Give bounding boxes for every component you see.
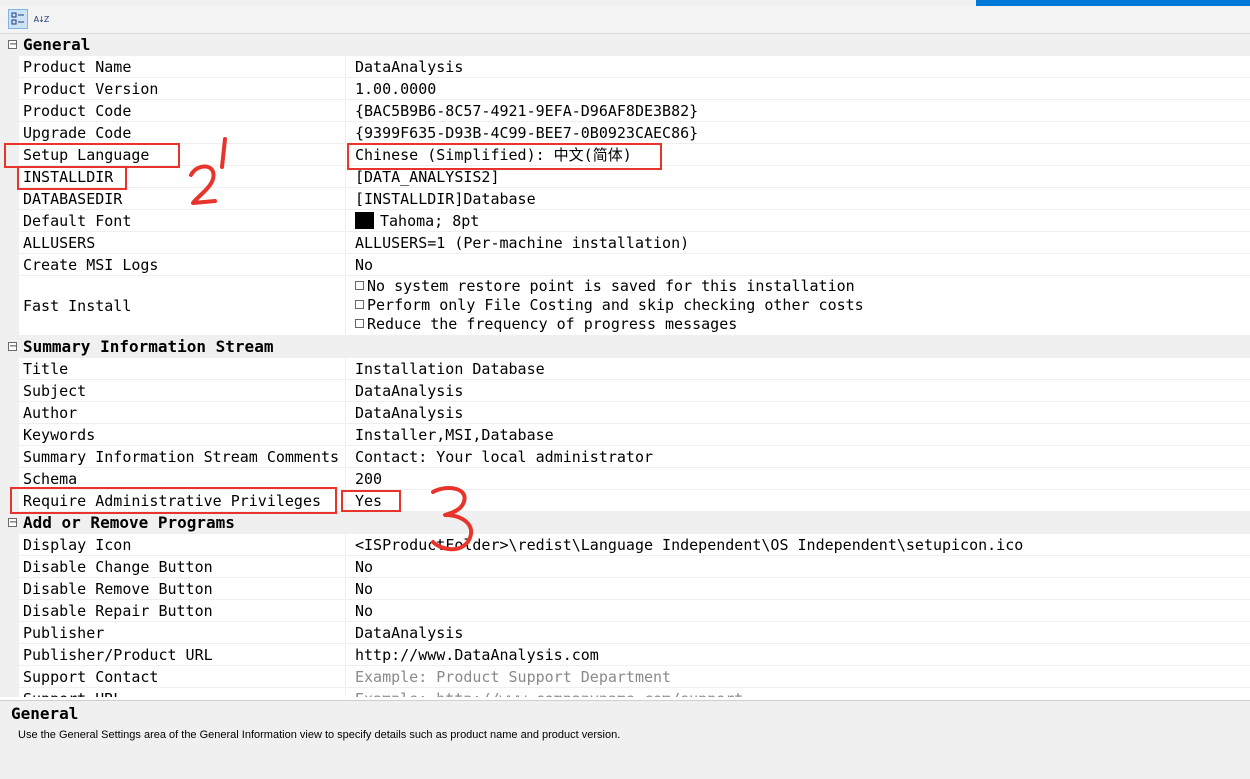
property-name: Default Font bbox=[19, 210, 346, 232]
property-name: Support Contact bbox=[19, 666, 346, 688]
property-name: Create MSI Logs bbox=[19, 254, 346, 276]
property-name: Title bbox=[19, 358, 346, 380]
property-row[interactable]: Product Version 1.00.0000 bbox=[0, 78, 1250, 100]
handwritten-3-annotation bbox=[431, 486, 473, 552]
property-name: Subject bbox=[19, 380, 346, 402]
annotation-box-require-admin-name bbox=[10, 487, 337, 514]
property-value[interactable]: DataAnalysis bbox=[347, 56, 1250, 78]
property-value[interactable]: 1.00.0000 bbox=[347, 78, 1250, 100]
property-row[interactable]: Disable Remove Button No bbox=[0, 578, 1250, 600]
font-color-swatch bbox=[355, 212, 374, 229]
property-value[interactable]: Contact: Your local administrator bbox=[347, 446, 1250, 468]
category-general[interactable]: − General bbox=[0, 34, 1250, 56]
alphabetical-sort-button[interactable]: A↓Z bbox=[31, 9, 51, 29]
property-grid-toolbar: A↓Z bbox=[0, 6, 1250, 34]
category-label: Add or Remove Programs bbox=[23, 513, 235, 532]
property-value[interactable]: No bbox=[347, 600, 1250, 622]
property-row[interactable]: Author DataAnalysis bbox=[0, 402, 1250, 424]
checkbox-icon[interactable] bbox=[355, 281, 364, 290]
fast-install-option[interactable]: No system restore point is saved for thi… bbox=[355, 277, 1250, 296]
property-name: Publisher/Product URL bbox=[19, 644, 346, 666]
checkbox-icon[interactable] bbox=[355, 319, 364, 328]
property-row[interactable]: Disable Repair Button No bbox=[0, 600, 1250, 622]
option-label: Reduce the frequency of progress message… bbox=[367, 315, 738, 333]
property-row[interactable]: Title Installation Database bbox=[0, 358, 1250, 380]
fast-install-option[interactable]: Reduce the frequency of progress message… bbox=[355, 315, 1250, 334]
checkbox-icon[interactable] bbox=[355, 300, 364, 309]
property-value[interactable]: http://www.DataAnalysis.com bbox=[347, 644, 1250, 666]
property-value[interactable]: Example: Product Support Department bbox=[347, 666, 1250, 688]
categorized-view-button[interactable] bbox=[8, 9, 28, 29]
description-text: Use the General Settings area of the Gen… bbox=[18, 729, 621, 741]
property-name: Disable Change Button bbox=[19, 556, 346, 578]
font-value-text: Tahoma; 8pt bbox=[380, 212, 480, 230]
property-value[interactable]: No bbox=[347, 556, 1250, 578]
property-row-default-font[interactable]: Default Font Tahoma; 8pt bbox=[0, 210, 1250, 232]
property-name: Upgrade Code bbox=[19, 122, 346, 144]
property-name: Product Code bbox=[19, 100, 346, 122]
description-pane: General Use the General Settings area of… bbox=[0, 700, 1250, 779]
property-value[interactable]: Tahoma; 8pt bbox=[347, 210, 1250, 232]
handwritten-2-annotation bbox=[189, 137, 227, 205]
property-name: ALLUSERS bbox=[19, 232, 346, 254]
option-label: No system restore point is saved for thi… bbox=[367, 277, 855, 295]
property-name: DATABASEDIR bbox=[19, 188, 346, 210]
property-name: Fast Install bbox=[19, 276, 346, 336]
property-row[interactable]: Keywords Installer,MSI,Database bbox=[0, 424, 1250, 446]
category-summary-information-stream[interactable]: − Summary Information Stream bbox=[0, 336, 1250, 358]
category-label: General bbox=[23, 35, 91, 54]
property-value[interactable]: No bbox=[347, 578, 1250, 600]
property-value[interactable]: ALLUSERS=1 (Per-machine installation) bbox=[347, 232, 1250, 254]
property-value[interactable]: No bbox=[347, 254, 1250, 276]
property-row[interactable]: Disable Change Button No bbox=[0, 556, 1250, 578]
property-row[interactable]: Publisher DataAnalysis bbox=[0, 622, 1250, 644]
annotation-box-installdir bbox=[17, 166, 127, 190]
property-value[interactable]: DataAnalysis bbox=[347, 380, 1250, 402]
property-row[interactable]: Subject DataAnalysis bbox=[0, 380, 1250, 402]
property-name: Disable Repair Button bbox=[19, 600, 346, 622]
property-row[interactable]: Support Contact Example: Product Support … bbox=[0, 666, 1250, 688]
collapse-icon[interactable]: − bbox=[8, 40, 17, 50]
description-title: General bbox=[11, 704, 79, 723]
property-value[interactable]: DataAnalysis bbox=[347, 622, 1250, 644]
property-name: Keywords bbox=[19, 424, 346, 446]
property-value[interactable]: [INSTALLDIR]Database bbox=[347, 188, 1250, 210]
property-row-fast-install[interactable]: Fast Install No system restore point is … bbox=[0, 276, 1250, 336]
collapse-icon[interactable]: − bbox=[8, 518, 17, 528]
option-label: Perform only File Costing and skip check… bbox=[367, 296, 864, 314]
property-name: Display Icon bbox=[19, 534, 346, 556]
property-row[interactable]: Summary Information Stream Comments Conta… bbox=[0, 446, 1250, 468]
property-grid: − General Product Name DataAnalysis Produ… bbox=[0, 34, 1250, 697]
property-name: Product Version bbox=[19, 78, 346, 100]
property-value: No system restore point is saved for thi… bbox=[347, 276, 1250, 336]
annotation-box-require-admin-value bbox=[341, 490, 401, 512]
property-value[interactable]: DataAnalysis bbox=[347, 402, 1250, 424]
property-name: Author bbox=[19, 402, 346, 424]
property-name: Publisher bbox=[19, 622, 346, 644]
annotation-box-setup-language-name bbox=[4, 143, 180, 168]
property-name: Summary Information Stream Comments bbox=[19, 446, 346, 468]
property-row[interactable]: Support URLExample: http://www.companyna… bbox=[0, 688, 1250, 697]
property-row[interactable]: Display Icon <ISProductFolder>\redist\Lan… bbox=[0, 534, 1250, 556]
property-value[interactable]: {9399F635-D93B-4C99-BEE7-0B0923CAEC86} bbox=[347, 122, 1250, 144]
property-row[interactable]: Create MSI Logs No bbox=[0, 254, 1250, 276]
collapse-icon[interactable]: − bbox=[8, 342, 17, 352]
property-row[interactable]: ALLUSERS ALLUSERS=1 (Per-machine installa… bbox=[0, 232, 1250, 254]
alphabetical-sort-icon: A↓Z bbox=[33, 14, 50, 24]
property-row[interactable]: Product Name DataAnalysis bbox=[0, 56, 1250, 78]
property-value[interactable]: Installer,MSI,Database bbox=[347, 424, 1250, 446]
property-value[interactable]: Installation Database bbox=[347, 358, 1250, 380]
category-label: Summary Information Stream bbox=[23, 337, 274, 356]
property-name: Product Name bbox=[19, 56, 346, 78]
property-value[interactable]: Example: http://www.companyname.com/supp… bbox=[347, 688, 1250, 697]
annotation-box-setup-language-value bbox=[347, 143, 662, 170]
category-add-or-remove-programs[interactable]: − Add or Remove Programs bbox=[0, 512, 1250, 534]
property-name: Support URL bbox=[19, 688, 346, 697]
property-name: Disable Remove Button bbox=[19, 578, 346, 600]
property-row[interactable]: Product Code {BAC5B9B6-8C57-4921-9EFA-D96… bbox=[0, 100, 1250, 122]
property-row[interactable]: Publisher/Product URL http://www.DataAnal… bbox=[0, 644, 1250, 666]
fast-install-option[interactable]: Perform only File Costing and skip check… bbox=[355, 296, 1250, 315]
categorized-view-icon bbox=[11, 12, 24, 25]
property-value[interactable]: {BAC5B9B6-8C57-4921-9EFA-D96AF8DE3B82} bbox=[347, 100, 1250, 122]
